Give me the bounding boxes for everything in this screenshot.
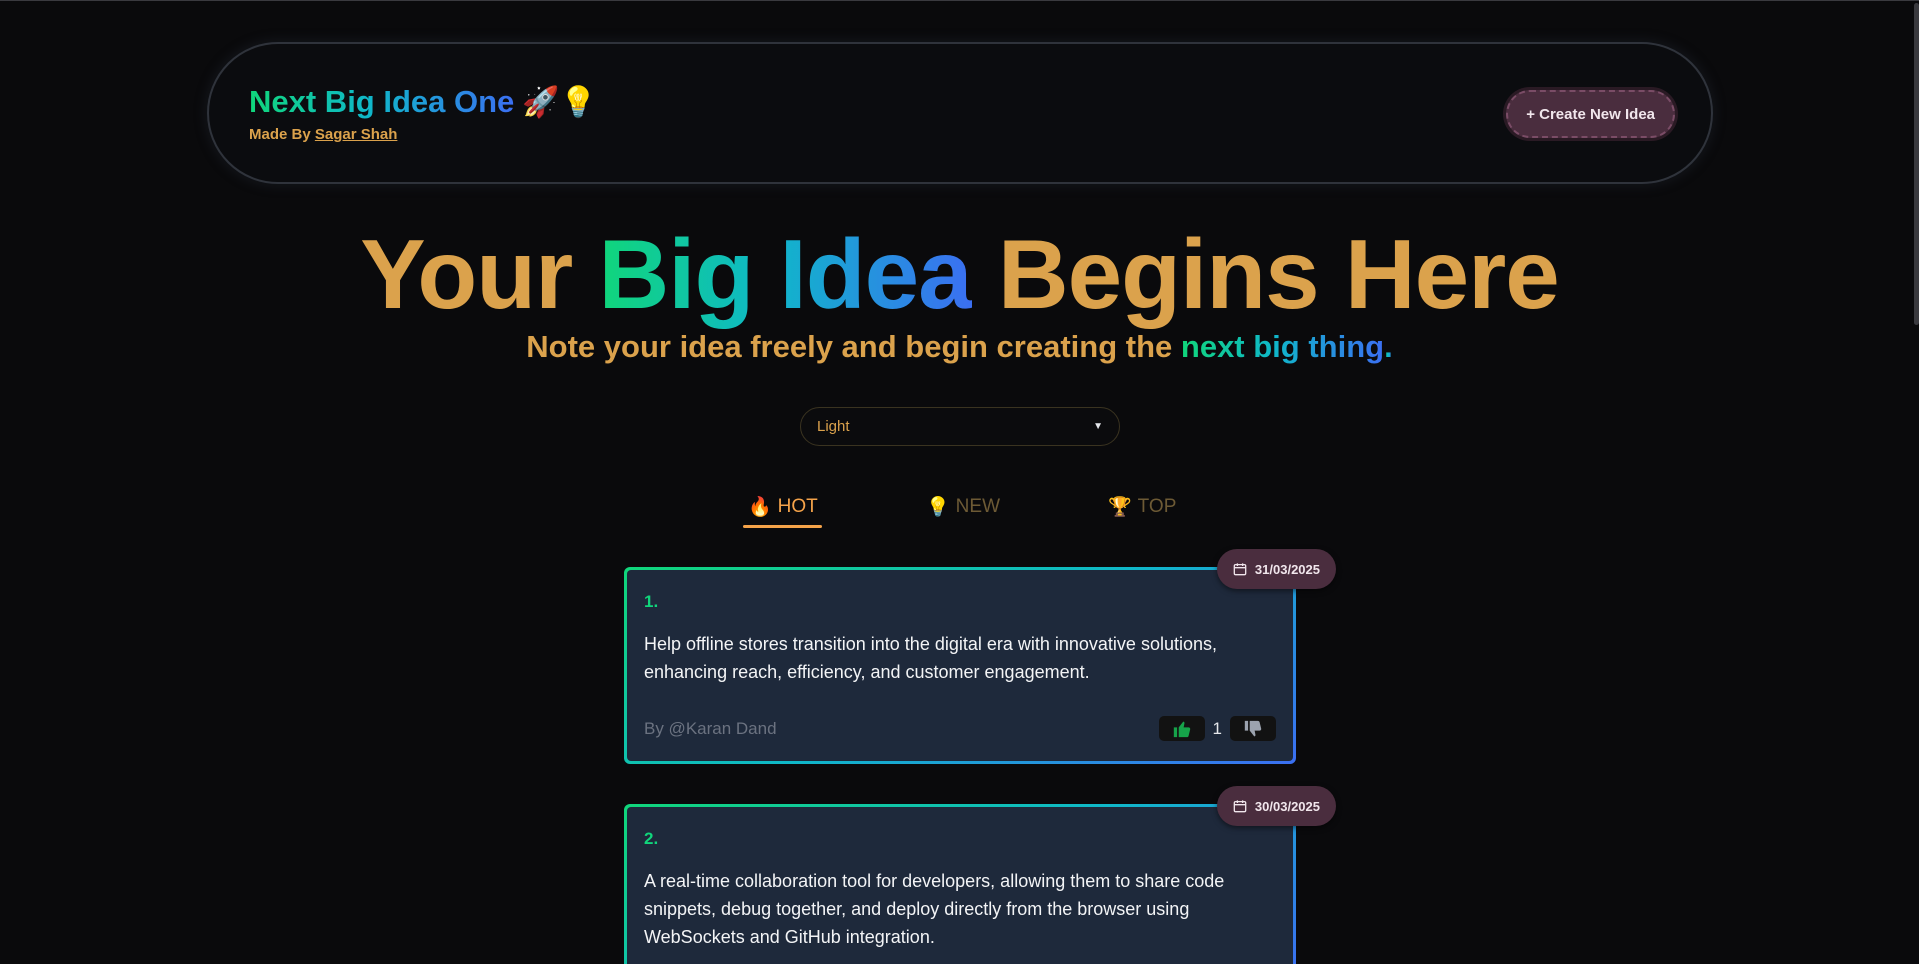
idea-text: Help offline stores transition into the …	[644, 634, 1217, 682]
date-text: 30/03/2025	[1254, 798, 1320, 814]
tab-new-label: NEW	[955, 496, 1000, 517]
hero-title-part1: Your	[360, 219, 573, 329]
hero-title-part2: Big Idea	[598, 219, 972, 329]
idea-author: By @Karan Dand	[644, 718, 777, 738]
idea-card-body: 1. Help offline stores transition into t…	[627, 570, 1293, 761]
idea-card: 1. Help offline stores transition into t…	[624, 549, 1336, 764]
date-badge: 31/03/2025	[1216, 549, 1336, 589]
tab-top[interactable]: 🏆 TOP	[1108, 495, 1176, 519]
scrollbar-thumb[interactable]	[1914, 3, 1919, 325]
calendar-icon	[1233, 563, 1247, 576]
idea-card-border: 1. Help offline stores transition into t…	[624, 567, 1296, 764]
brand: Next Big Idea One 🚀💡 Made By Sagar Shah	[249, 84, 597, 143]
vote-count: 1	[1212, 718, 1222, 738]
made-by-prefix: Made By	[249, 126, 311, 143]
vote-controls: 1	[1158, 716, 1276, 741]
idea-card-body: 2. A real-time collaboration tool for de…	[627, 807, 1293, 964]
active-tab-indicator	[743, 525, 822, 528]
fire-icon: 🔥	[748, 497, 772, 518]
idea-number: 1.	[644, 592, 1276, 612]
hero-subtitle-part3: .	[1384, 329, 1393, 364]
thumbs-down-icon	[1244, 720, 1262, 736]
idea-number: 2.	[644, 829, 1276, 849]
calendar-icon	[1233, 800, 1247, 813]
author-link[interactable]: Sagar Shah	[315, 126, 398, 143]
sort-tabs: 🔥 HOT 💡 NEW 🏆 TOP	[742, 495, 1182, 529]
tab-top-label: TOP	[1137, 496, 1177, 517]
site-header: Next Big Idea One 🚀💡 Made By Sagar Shah …	[207, 42, 1713, 184]
date-badge: 30/03/2025	[1216, 786, 1336, 826]
tab-new[interactable]: 💡 NEW	[926, 495, 1000, 519]
upvote-button[interactable]	[1158, 716, 1205, 741]
tab-hot[interactable]: 🔥 HOT	[748, 495, 818, 519]
brand-title-text: Next Big Idea One	[249, 84, 515, 119]
caret-down-icon: ▼	[1093, 421, 1103, 432]
theme-select[interactable]: Light ▼	[800, 407, 1120, 446]
tab-hot-label: HOT	[777, 496, 818, 517]
idea-card-border: 2. A real-time collaboration tool for de…	[624, 804, 1296, 964]
hero-subtitle-part1: Note your idea freely and begin creating…	[526, 329, 1173, 364]
idea-card: 2. A real-time collaboration tool for de…	[624, 786, 1336, 964]
hero-title: Your Big Idea Begins Here	[0, 219, 1919, 329]
rocket-bulb-icon: 🚀💡	[522, 85, 598, 119]
hero-title-part3: Begins Here	[997, 219, 1560, 329]
bulb-icon: 💡	[926, 497, 950, 518]
thumbs-up-icon	[1173, 721, 1190, 737]
scrollbar[interactable]	[1914, 1, 1919, 964]
downvote-button[interactable]	[1230, 716, 1276, 741]
brand-title[interactable]: Next Big Idea One 🚀💡	[249, 84, 597, 120]
create-new-idea-button[interactable]: + Create New Idea	[1506, 90, 1675, 138]
hero-subtitle: Note your idea freely and begin creating…	[0, 329, 1919, 365]
trophy-icon: 🏆	[1108, 497, 1132, 518]
theme-select-value: Light	[817, 418, 850, 435]
idea-text: A real-time collaboration tool for devel…	[644, 871, 1225, 947]
date-text: 31/03/2025	[1254, 561, 1320, 577]
hero-subtitle-part2: next big thing	[1180, 329, 1385, 364]
made-by: Made By Sagar Shah	[249, 126, 597, 143]
idea-footer: By @Karan Dand 1	[644, 716, 1276, 741]
